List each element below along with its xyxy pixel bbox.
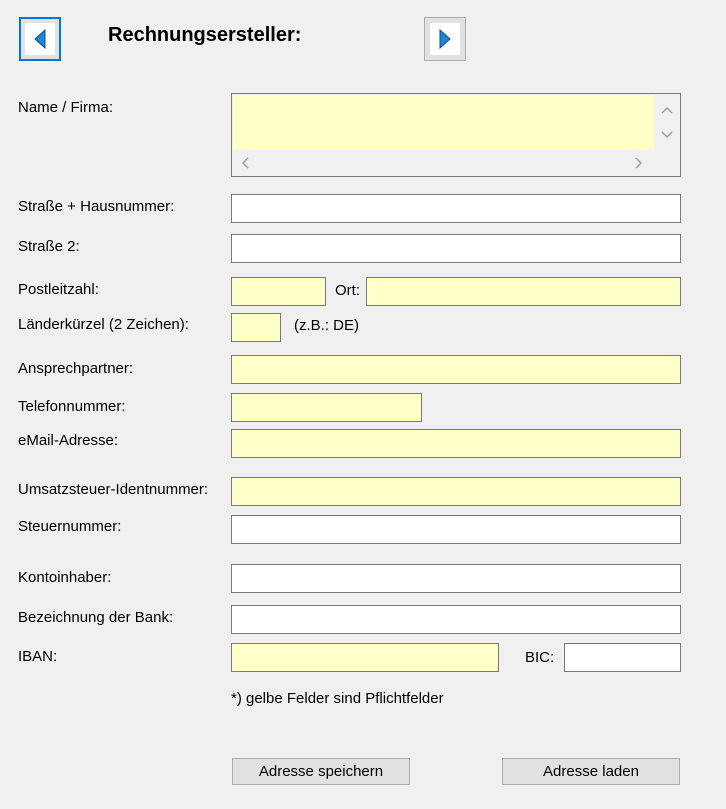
country-field[interactable] xyxy=(231,313,281,342)
country-hint: (z.B.: DE) xyxy=(294,317,360,334)
chevron-down-icon xyxy=(661,131,673,139)
horizontal-scrollbar[interactable] xyxy=(232,150,654,176)
bank-field[interactable] xyxy=(231,605,681,634)
name-textarea[interactable] xyxy=(233,95,654,150)
street-label: Straße + Hausnummer: xyxy=(18,198,175,215)
zip-label: Postleitzahl: xyxy=(18,281,99,298)
city-field[interactable] xyxy=(366,277,681,306)
triangle-left-icon xyxy=(34,29,46,49)
bic-label: BIC: xyxy=(525,649,555,666)
tax-field[interactable] xyxy=(231,515,681,544)
street2-field[interactable] xyxy=(231,234,681,263)
iban-field[interactable] xyxy=(231,643,499,672)
city-label: Ort: xyxy=(335,282,360,299)
chevron-up-icon xyxy=(661,106,673,114)
account-holder-field[interactable] xyxy=(231,564,681,593)
account-holder-label: Kontoinhaber: xyxy=(18,569,112,586)
email-label: eMail-Adresse: xyxy=(18,432,119,449)
vertical-scrollbar[interactable] xyxy=(654,94,680,150)
vat-field[interactable] xyxy=(231,477,681,506)
bic-field[interactable] xyxy=(564,643,681,672)
triangle-right-icon xyxy=(439,29,451,49)
street2-label: Straße 2: xyxy=(18,238,80,255)
country-label: Länderkürzel (2 Zeichen): xyxy=(18,316,189,333)
contact-field[interactable] xyxy=(231,355,681,384)
email-field[interactable] xyxy=(231,429,681,458)
chevron-left-icon xyxy=(241,157,249,169)
load-address-button[interactable]: Adresse laden xyxy=(502,758,680,785)
next-button[interactable] xyxy=(424,17,466,61)
bank-label: Bezeichnung der Bank: xyxy=(18,609,174,626)
name-textarea-container xyxy=(231,93,681,177)
save-address-button[interactable]: Adresse speichern xyxy=(232,758,410,785)
required-note: *) gelbe Felder sind Pflichtfelder xyxy=(231,690,444,707)
zip-field[interactable] xyxy=(231,277,326,306)
tax-label: Steuernummer: xyxy=(18,518,122,535)
name-label: Name / Firma: xyxy=(18,99,114,116)
previous-button[interactable] xyxy=(19,17,61,61)
iban-label: IBAN: xyxy=(18,648,58,665)
vat-label: Umsatzsteuer-Identnummer: xyxy=(18,481,209,498)
street-field[interactable] xyxy=(231,194,681,223)
phone-label: Telefonnummer: xyxy=(18,398,126,415)
phone-field[interactable] xyxy=(231,393,422,422)
page-title: Rechnungsersteller: xyxy=(108,24,302,46)
chevron-right-icon xyxy=(635,157,643,169)
contact-label: Ansprechpartner: xyxy=(18,360,134,377)
